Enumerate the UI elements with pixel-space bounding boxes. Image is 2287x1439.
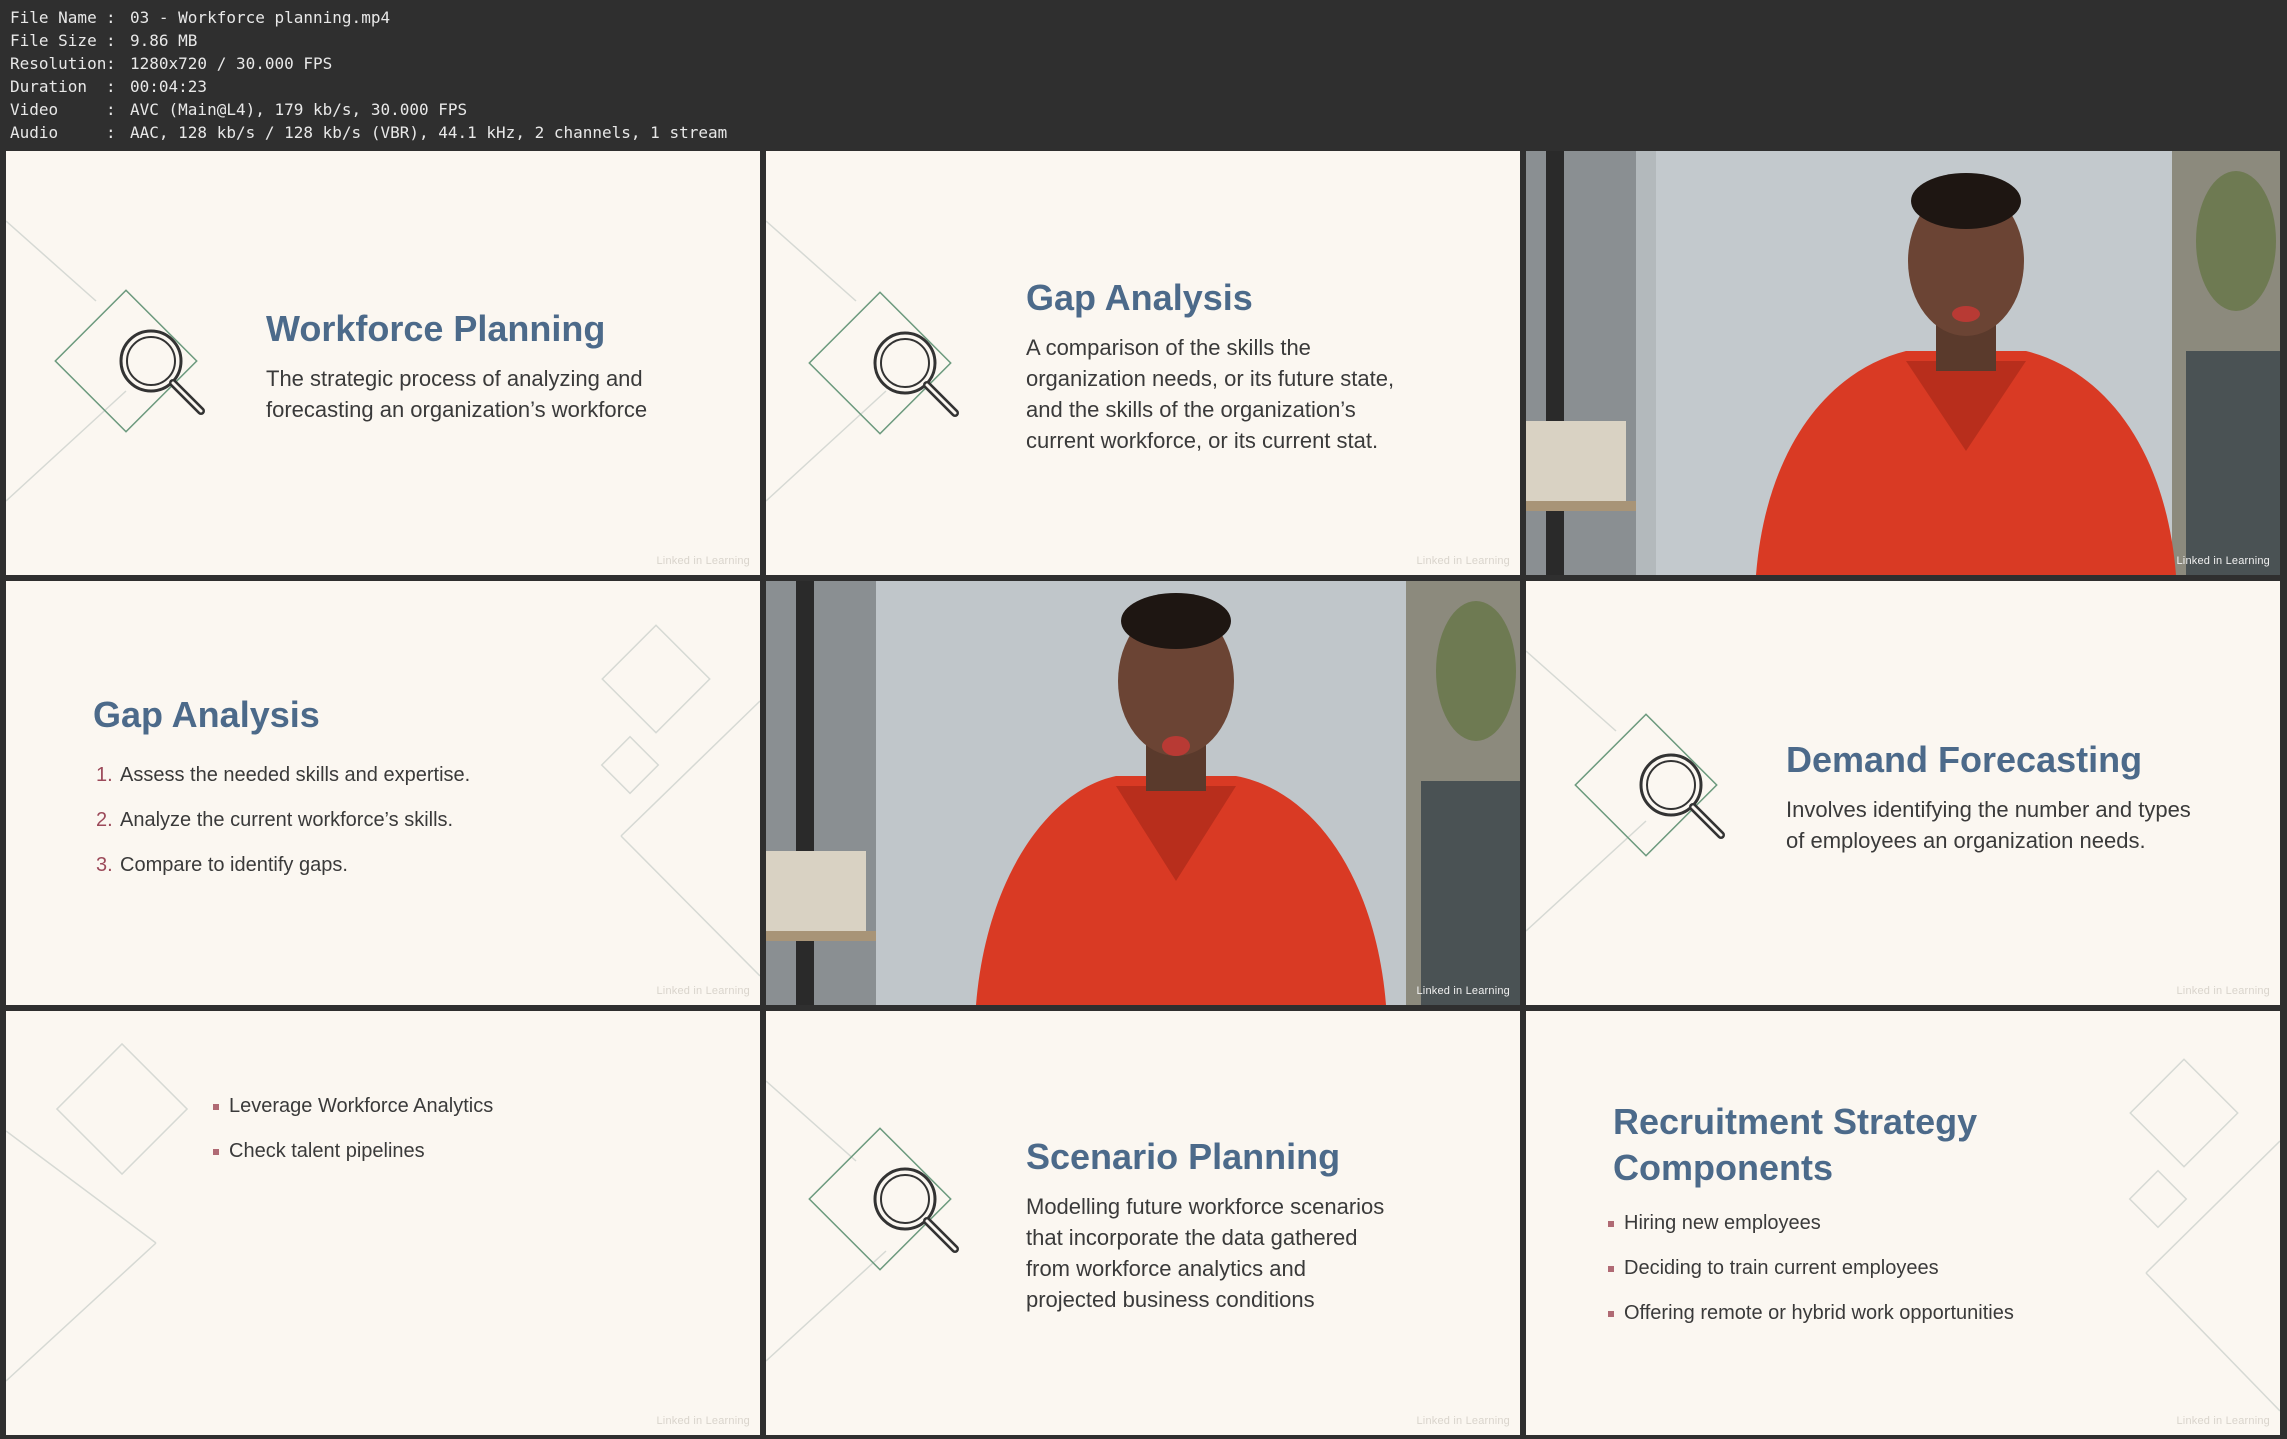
meta-key: Resolution bbox=[10, 54, 107, 73]
watermark: Linked in Learning bbox=[1416, 1415, 1510, 1427]
meta-value: 1280x720 / 30.000 FPS bbox=[130, 54, 333, 73]
thumbnail-workforce-planning[interactable]: Workforce Planning The strategic process… bbox=[6, 151, 760, 575]
slide-decoration bbox=[6, 1042, 189, 1382]
thumbnail-scenario-planning[interactable]: Scenario Planning Modelling future workf… bbox=[766, 1011, 1520, 1435]
bullet-marker bbox=[1608, 1265, 1614, 1272]
list-item: 2. Analyze the current workforce’s skills… bbox=[96, 809, 454, 831]
watermark: Linked in Learning bbox=[1416, 985, 1510, 997]
watermark: Linked in Learning bbox=[2176, 555, 2270, 567]
meta-value: 03 - Workforce planning.mp4 bbox=[130, 8, 391, 27]
list-item: Deciding to train current employees bbox=[1608, 1246, 2014, 1291]
bullet-list: Hiring new employees Deciding to train c… bbox=[1608, 1201, 2014, 1336]
numbered-list: 1. Assess the needed skills and expertise… bbox=[96, 753, 470, 888]
list-item: Check talent pipelines bbox=[213, 1129, 493, 1174]
thumbnail-recruitment-strategy[interactable]: Recruitment Strategy Components Hiring n… bbox=[1526, 1011, 2280, 1435]
thumbnail-presenter-video-2[interactable]: Linked in Learning bbox=[766, 581, 1520, 1005]
bullet-marker bbox=[1608, 1220, 1614, 1227]
presenter-video-frame bbox=[1526, 151, 2280, 575]
watermark: Linked in Learning bbox=[2176, 1415, 2270, 1427]
meta-row: Audio: AAC, 128 kb/s / 128 kb/s (VBR), 44… bbox=[10, 123, 728, 142]
magnifier-icon bbox=[873, 1167, 959, 1253]
meta-value: 00:04:23 bbox=[130, 77, 208, 96]
meta-key: File Name bbox=[10, 8, 97, 27]
thumbnail-demand-forecasting[interactable]: Demand Forecasting Involves identifying … bbox=[1526, 581, 2280, 1005]
meta-key: Duration bbox=[10, 77, 88, 96]
watermark: Linked in Learning bbox=[656, 555, 750, 567]
thumbnail-gap-analysis[interactable]: Gap Analysis A comparison of the skills … bbox=[766, 151, 1520, 575]
bullet-marker bbox=[213, 1148, 219, 1155]
list-item: 3. Compare to identify gaps. bbox=[96, 854, 348, 876]
slide-body: The strategic process of analyzing and f… bbox=[266, 366, 648, 422]
bullet-marker bbox=[1608, 1310, 1614, 1317]
file-metadata: File Name:03 - Workforce planning.mp4 Fi… bbox=[10, 6, 727, 144]
meta-row: File Name:03 - Workforce planning.mp4 bbox=[10, 8, 391, 27]
slide-title: Recruitment Strategy Components bbox=[1613, 1101, 1978, 1188]
watermark: Linked in Learning bbox=[656, 1415, 750, 1427]
meta-value: AVC (Main@L4), 179 kb/s, 30.000 FPS bbox=[130, 100, 468, 119]
thumbnail-analytics-bullets[interactable]: Leverage Workforce Analytics Check talen… bbox=[6, 1011, 760, 1435]
meta-row: Duration:00:04:23 bbox=[10, 77, 208, 96]
magnifier-icon bbox=[873, 331, 959, 417]
thumbnail-gap-analysis-steps[interactable]: Gap Analysis 1. Assess the needed skills … bbox=[6, 581, 760, 1005]
list-item: Offering remote or hybrid work opportuni… bbox=[1608, 1291, 2014, 1336]
list-item: 1. Assess the needed skills and expertise… bbox=[96, 764, 471, 786]
watermark: Linked in Learning bbox=[1416, 555, 1510, 567]
magnifier-icon bbox=[119, 329, 205, 415]
list-item: Leverage Workforce Analytics bbox=[213, 1084, 493, 1129]
bullet-list: Leverage Workforce Analytics Check talen… bbox=[213, 1084, 493, 1174]
meta-row: File Size:9.86 MB bbox=[10, 31, 198, 50]
slide-title: Demand Forecasting bbox=[1786, 739, 2143, 780]
meta-value: 9.86 MB bbox=[130, 31, 198, 50]
thumbnail-presenter-video-1[interactable]: Linked in Learning bbox=[1526, 151, 2280, 575]
meta-key: Video bbox=[10, 100, 59, 119]
slide-title: Scenario Planning bbox=[1026, 1136, 1341, 1177]
meta-row: Video: AVC (Main@L4), 179 kb/s, 30.000 FP… bbox=[10, 100, 468, 119]
meta-key: File Size bbox=[10, 31, 97, 50]
watermark: Linked in Learning bbox=[2176, 985, 2270, 997]
slide-title: Gap Analysis bbox=[93, 694, 320, 735]
slide-title: Gap Analysis bbox=[1026, 277, 1253, 318]
bullet-marker bbox=[213, 1103, 219, 1110]
meta-value: AAC, 128 kb/s / 128 kb/s (VBR), 44.1 kHz… bbox=[130, 123, 728, 142]
presenter-video-frame bbox=[766, 581, 1520, 1005]
meta-key: Audio bbox=[10, 123, 59, 142]
list-item: Hiring new employees bbox=[1608, 1201, 2014, 1246]
watermark: Linked in Learning bbox=[656, 985, 750, 997]
slide-body: Modelling future workforce scenarios tha… bbox=[1026, 1194, 1385, 1312]
meta-row: Resolution:1280x720 / 30.000 FPS bbox=[10, 54, 333, 73]
slide-body: A comparison of the skills the organizat… bbox=[1026, 335, 1395, 453]
magnifier-icon bbox=[1639, 753, 1725, 839]
slide-title: Workforce Planning bbox=[266, 308, 606, 349]
slide-body: Involves identifying the number and type… bbox=[1786, 797, 2191, 853]
